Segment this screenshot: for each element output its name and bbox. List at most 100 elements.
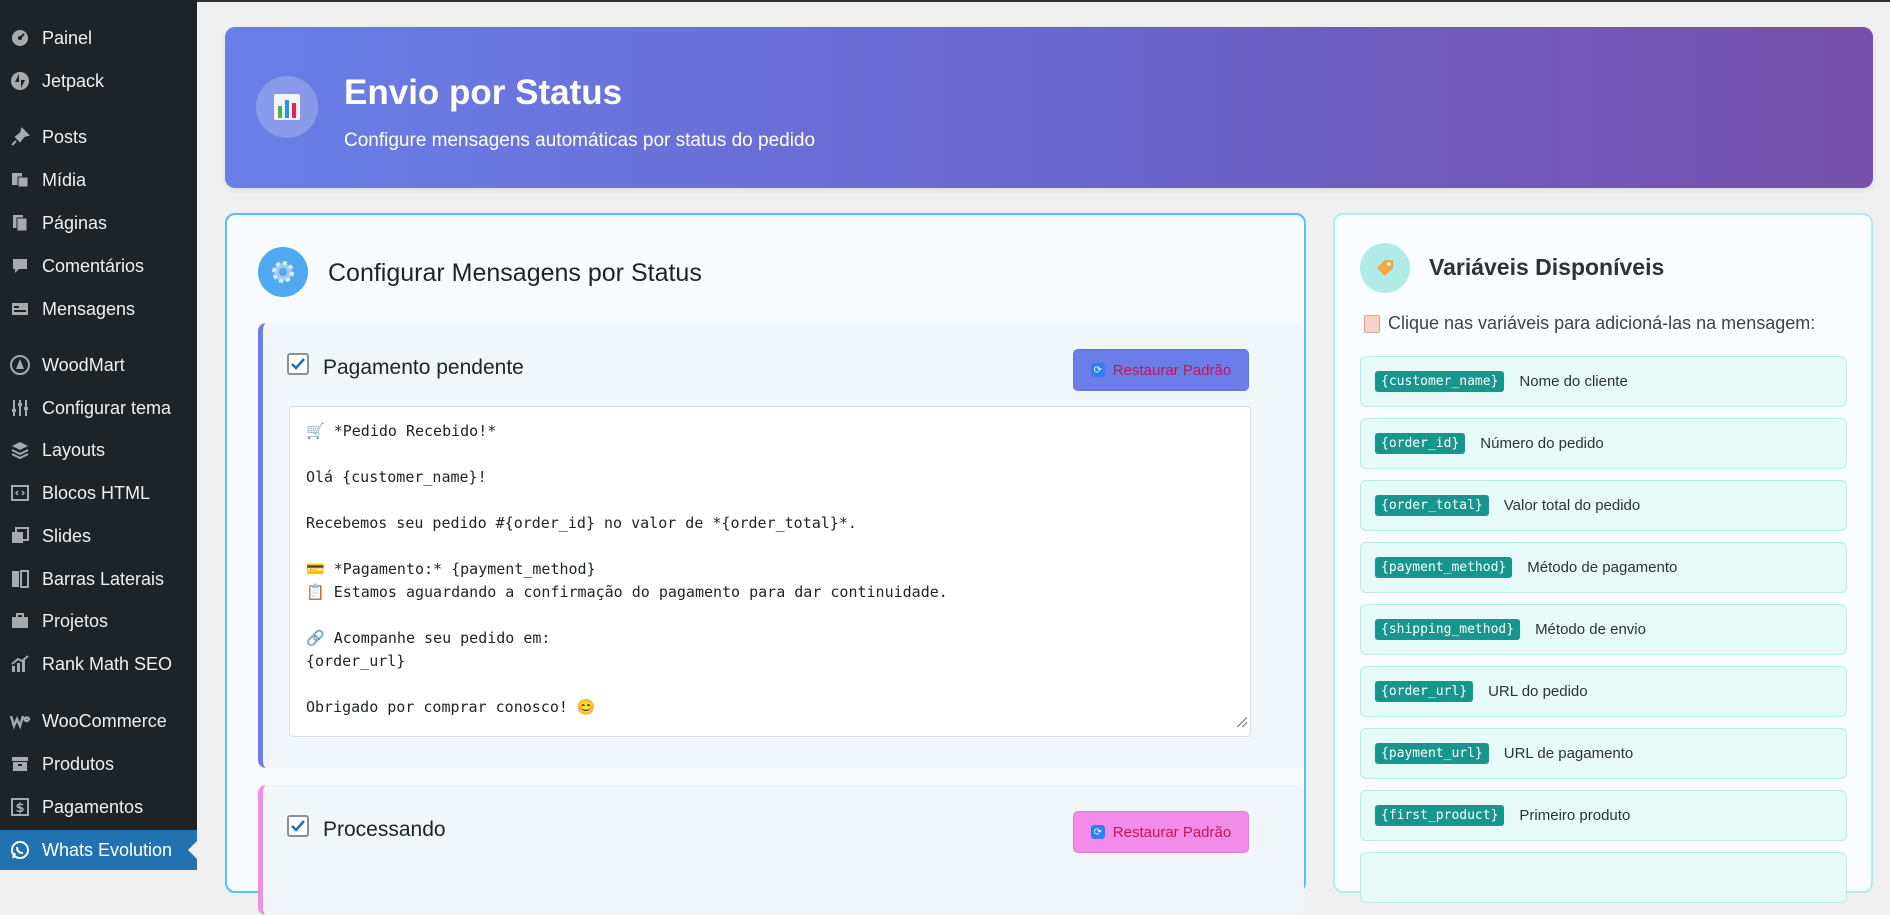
sidebar-item-label: Posts (42, 126, 88, 147)
sidebar-item-mensagens[interactable]: Mensagens (0, 290, 197, 328)
variable-item[interactable]: {order_url} URL do pedido (1360, 666, 1847, 717)
variable-tag: {order_total} (1375, 495, 1489, 516)
sidebar-item-barras-laterais[interactable]: Barras Laterais (0, 560, 197, 598)
sidebar-item-midia[interactable]: Mídia (0, 161, 197, 199)
sidebar-item-produtos[interactable]: Produtos (0, 745, 197, 783)
variable-tag: {payment_method} (1375, 557, 1513, 578)
variables-hint-text: Clique nas variáveis para adicioná-las n… (1388, 313, 1816, 333)
variable-desc: Nome do cliente (1519, 373, 1628, 390)
page-subtitle: Configure mensagens automáticas por stat… (344, 130, 816, 151)
status-enable-checkbox[interactable] (287, 353, 309, 375)
sidebar-item-label: Produtos (42, 753, 115, 774)
layers-icon (7, 437, 33, 463)
sidebar-item-layouts[interactable]: Layouts (0, 431, 197, 469)
sidebar-item-comentarios[interactable]: Comentários (0, 247, 197, 285)
status-label: Pagamento pendente (323, 356, 524, 379)
variable-tag: {customer_name} (1375, 371, 1505, 392)
sidebar-item-label: Comentários (42, 255, 145, 276)
variable-item[interactable]: {payment_method} Método de pagamento (1360, 542, 1847, 593)
pages-icon (7, 210, 33, 236)
refresh-icon: ⟳ (1090, 825, 1105, 839)
woodmart-icon (7, 352, 33, 378)
code-icon (7, 480, 33, 506)
sidebar-item-paginas[interactable]: Páginas (0, 204, 197, 242)
dashboard-icon (7, 25, 33, 51)
variable-desc: URL do pedido (1488, 683, 1588, 700)
sidebar-item-posts[interactable]: Posts (0, 118, 197, 156)
sidebar-item-slides[interactable]: Slides (0, 517, 197, 555)
sidebar-item-whats-evolution[interactable]: Whats Evolution (0, 830, 197, 870)
sidebar-item-painel[interactable]: Painel (0, 19, 197, 57)
memo-icon (1364, 314, 1380, 333)
restore-default-button[interactable]: ⟳ Restaurar Padrão (1073, 811, 1249, 853)
variable-tag: {first_product} (1375, 805, 1505, 826)
media-icon (7, 167, 33, 193)
sidebar-item-label: Mídia (42, 169, 87, 190)
dollar-icon: $ (7, 794, 33, 820)
variable-tag: {order_id} (1375, 433, 1466, 454)
sidebar-item-label: Blocos HTML (42, 482, 151, 503)
sidebar-item-label: Jetpack (42, 70, 105, 91)
sidebar-item-jetpack[interactable]: Jetpack (0, 62, 197, 100)
sidebar-item-blocos-html[interactable]: Blocos HTML (0, 474, 197, 512)
status-enable-checkbox[interactable] (287, 815, 309, 837)
sidebar-icon (7, 566, 33, 592)
variable-desc: Número do pedido (1480, 435, 1604, 452)
variable-desc: Valor total do pedido (1503, 497, 1641, 514)
restore-button-label: Restaurar Padrão (1112, 361, 1232, 379)
sidebar-item-configurar-tema[interactable]: Configurar tema (0, 389, 197, 427)
sidebar-item-woodmart[interactable]: WoodMart (0, 346, 197, 384)
sidebar-item-pagamentos[interactable]: $ Pagamentos (0, 788, 197, 826)
variable-desc: Primeiro produto (1519, 807, 1631, 824)
sidebar-item-label: Configurar tema (42, 397, 172, 418)
variable-item[interactable]: {order_id} Número do pedido (1360, 418, 1847, 469)
card-title: Configurar Mensagens por Status (328, 259, 702, 287)
whatsapp-icon (7, 837, 33, 863)
variable-desc: Método de envio (1535, 621, 1646, 638)
message-textarea[interactable]: 🛒 *Pedido Recebido!* Olá {customer_name}… (289, 406, 1251, 737)
sidebar-item-label: WooCommerce (42, 710, 167, 731)
gear-icon (258, 247, 308, 297)
sidebar-item-label: Rank Math SEO (42, 653, 173, 674)
variable-tag: {order_url} (1375, 681, 1474, 702)
jetpack-icon (7, 68, 33, 94)
textarea-resize-handle[interactable] (1237, 717, 1247, 727)
variable-item[interactable]: {first_product} Primeiro produto (1360, 790, 1847, 841)
sidebar-item-projetos[interactable]: Projetos (0, 602, 197, 640)
variables-title: Variáveis Disponíveis (1429, 254, 1665, 280)
sliders-icon (7, 395, 33, 421)
archive-icon (7, 751, 33, 777)
restore-default-button[interactable]: ⟳ Restaurar Padrão (1073, 349, 1249, 391)
status-block-pending: Pagamento pendente ⟳ Restaurar Padrão 🛒 … (258, 323, 1304, 768)
sidebar-item-woocommerce[interactable]: WooCommerce (0, 702, 197, 740)
sidebar-item-label: Whats Evolution (42, 839, 173, 860)
sidebar-item-label: Projetos (42, 610, 109, 631)
page-title: Envio por Status (344, 73, 623, 112)
bar-chart-icon (256, 76, 318, 138)
top-border (197, 0, 1890, 2)
variable-item-partial[interactable] (1360, 852, 1847, 903)
status-label: Processando (323, 818, 446, 841)
pin-icon (7, 124, 33, 150)
sidebar-item-label: Layouts (42, 439, 106, 460)
admin-sidebar: Painel Jetpack Posts Mídia Páginas Comen… (0, 0, 197, 870)
restore-button-label: Restaurar Padrão (1112, 823, 1232, 841)
page-header-banner: Envio por Status Configure mensagens aut… (225, 27, 1873, 188)
sidebar-item-label: Painel (42, 27, 93, 48)
variable-item[interactable]: {customer_name} Nome do cliente (1360, 356, 1847, 407)
sidebar-item-label: Pagamentos (42, 796, 144, 817)
variable-tag: {shipping_method} (1375, 619, 1521, 640)
tag-icon (1360, 243, 1410, 293)
status-config-card: Configurar Mensagens por Status Pagament… (225, 213, 1306, 915)
variable-item[interactable]: {shipping_method} Método de envio (1360, 604, 1847, 655)
svg-text:$: $ (15, 801, 24, 816)
refresh-icon: ⟳ (1090, 363, 1105, 377)
sidebar-item-label: Páginas (42, 212, 108, 233)
sidebar-item-label: Slides (42, 525, 92, 546)
sidebar-item-rank-math-seo[interactable]: Rank Math SEO (0, 645, 197, 683)
variable-item[interactable]: {order_total} Valor total do pedido (1360, 480, 1847, 531)
variable-desc: URL de pagamento (1503, 745, 1634, 762)
variable-item[interactable]: {payment_url} URL de pagamento (1360, 728, 1847, 779)
chart-icon (7, 651, 33, 677)
slides-icon (7, 523, 33, 549)
